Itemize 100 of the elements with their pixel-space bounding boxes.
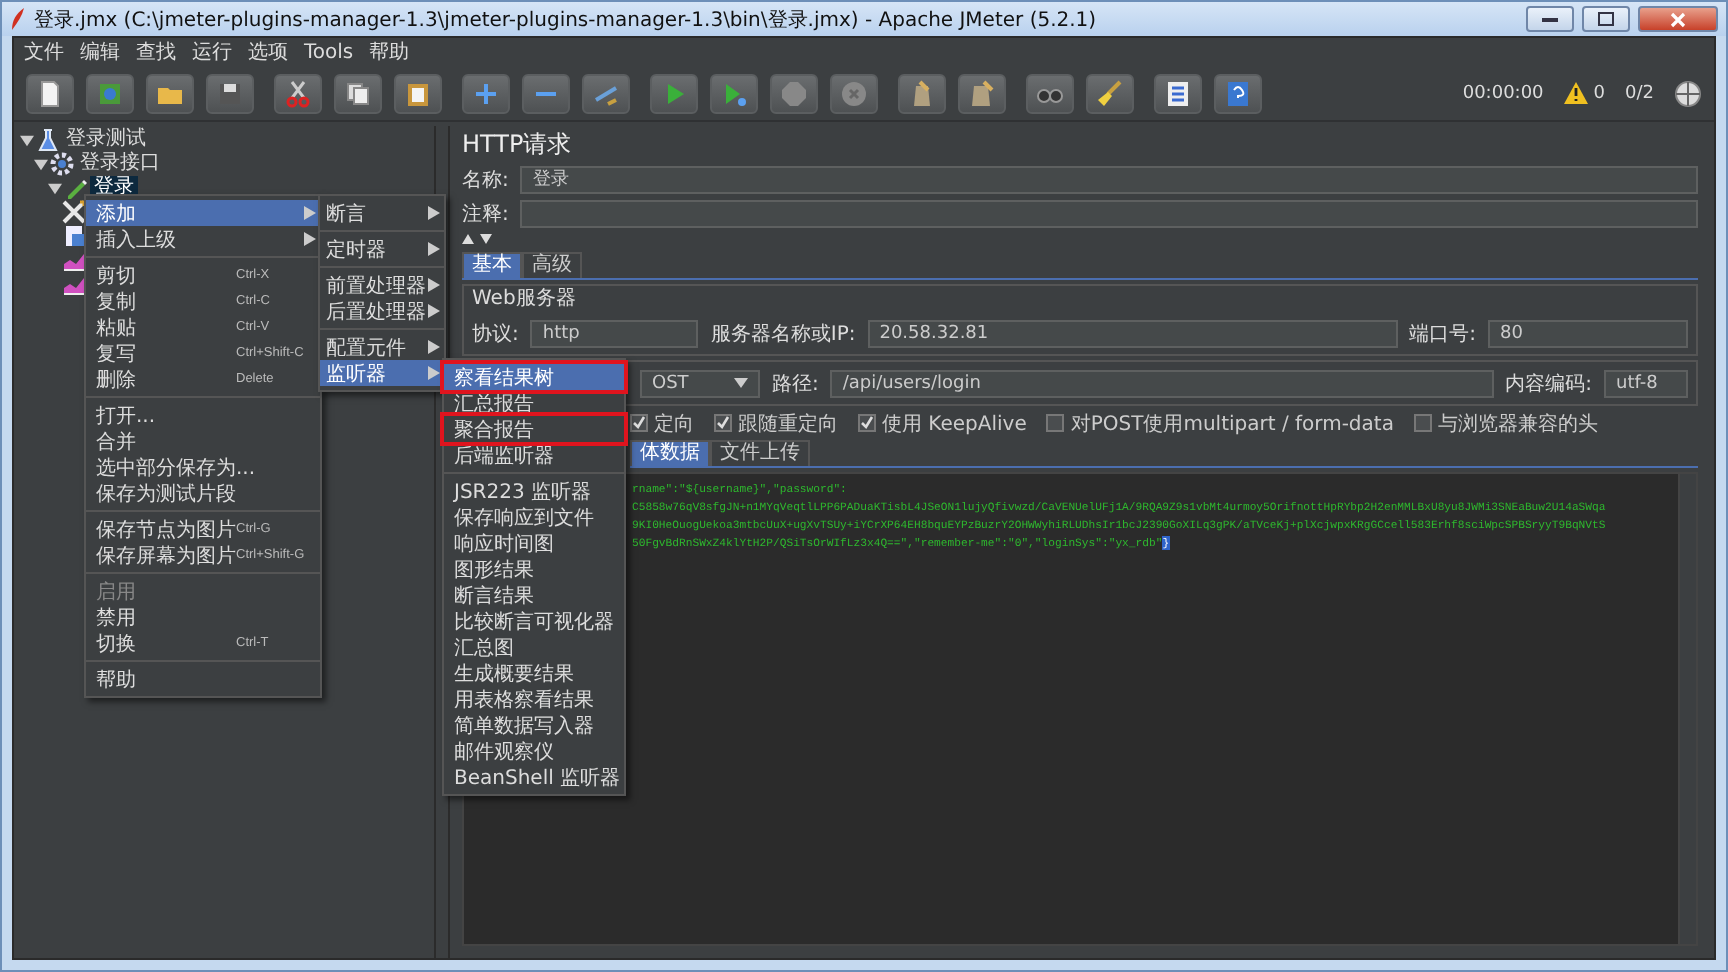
menu-item[interactable]: 前置处理器 (320, 272, 444, 298)
toolbar-button[interactable] (1026, 73, 1074, 113)
help-icon (1224, 79, 1252, 107)
toolbar-button[interactable] (1154, 73, 1202, 113)
toolbar-button[interactable] (334, 73, 382, 113)
caret-icon[interactable] (734, 378, 748, 388)
checkbox[interactable] (1413, 414, 1432, 432)
toolbar-button[interactable] (26, 73, 74, 113)
menu-item[interactable]: 简单数据写入器 (444, 712, 624, 738)
encoding-field[interactable]: utf-8 (1604, 369, 1688, 397)
scissors-icon (284, 79, 312, 107)
submenu-arrow-icon (428, 206, 440, 220)
toolbar-button[interactable] (394, 73, 442, 113)
name-field[interactable]: 登录 (520, 165, 1698, 193)
menu-bar-item[interactable]: 编辑 (74, 38, 126, 66)
menu-item[interactable]: 响应时间图 (444, 530, 624, 556)
window-title: 登录.jmx (C:\jmeter-plugins-manager-1.3\jmeter-plugins-manager-1.3\bin\登录.jmx) - Apache JMeter (5.2.1) (34, 7, 1099, 33)
collapse-icon[interactable] (20, 133, 34, 147)
menu-bar-item[interactable]: 运行 (186, 38, 238, 66)
toolbar-button[interactable] (958, 73, 1006, 113)
panel-title: HTTP请求 (462, 130, 574, 160)
path-field[interactable]: /api/users/login (830, 369, 1494, 397)
menu-item[interactable]: 合并 (86, 428, 320, 454)
menu-item[interactable]: 汇总图 (444, 634, 624, 660)
toolbar-button[interactable] (582, 73, 630, 113)
menu-item[interactable]: 图形结果 (444, 556, 624, 582)
menu-item[interactable]: 打开... (86, 402, 320, 428)
maximize-button[interactable] (1582, 6, 1630, 32)
toolbar-button[interactable] (462, 73, 510, 113)
checkbox-label: 跟随重定向 (738, 411, 838, 437)
collapse-arrows-icon[interactable] (462, 234, 494, 246)
checkbox[interactable] (858, 414, 876, 432)
toolbar-button[interactable] (522, 73, 570, 113)
close-icon (1670, 11, 1686, 27)
menu-item[interactable]: 察看结果树 (444, 364, 624, 390)
server-field[interactable]: 20.58.32.81 (867, 319, 1398, 347)
menu-bar-item[interactable]: 文件 (18, 38, 70, 66)
menu-item[interactable]: 配置元件 (320, 334, 444, 360)
collapse-icon[interactable] (34, 157, 48, 171)
globe-icon[interactable] (1674, 79, 1702, 107)
list-icon (1164, 79, 1192, 107)
comment-label: 注释: (462, 201, 509, 227)
menu-bar-item[interactable]: Tools (298, 41, 360, 63)
menu-item[interactable]: 断言 (320, 200, 444, 226)
checkbox[interactable] (630, 414, 648, 432)
toolbar-button[interactable] (1214, 73, 1262, 113)
checkbox[interactable] (714, 414, 732, 432)
scrollbar[interactable] (1678, 474, 1696, 944)
menu-item[interactable]: 邮件观察仪 (444, 738, 624, 764)
toolbar-button[interactable] (898, 73, 946, 113)
method-dropdown[interactable]: OST (640, 369, 760, 397)
tree-item[interactable]: 登录测试 (62, 128, 150, 152)
menu-bar-item[interactable]: 选项 (242, 38, 294, 66)
comment-field[interactable] (520, 199, 1698, 227)
protocol-label: 协议: (472, 321, 519, 347)
new-file-icon (36, 79, 64, 107)
menu-item[interactable]: 选中部分保存为... (86, 454, 320, 480)
collapse-icon[interactable] (48, 181, 62, 195)
menu-item[interactable]: 帮助 (86, 666, 320, 692)
maximize-icon (1598, 12, 1614, 26)
menu-item[interactable]: BeanShell 监听器 (444, 764, 624, 790)
tab[interactable]: 体数据 (630, 440, 710, 466)
menu-item[interactable]: 保存为测试片段 (86, 480, 320, 506)
tab[interactable]: 高级 (522, 252, 582, 278)
menu-item[interactable]: 比较断言可视化器 (444, 608, 624, 634)
group-title: Web服务器 (472, 286, 578, 312)
minimize-button[interactable] (1526, 6, 1574, 32)
document-icon (62, 224, 86, 248)
toolbar-button[interactable] (146, 73, 194, 113)
menu-item[interactable]: JSR223 监听器 (444, 478, 624, 504)
toolbar-button[interactable] (206, 73, 254, 113)
menu-item[interactable]: 禁用 (86, 604, 320, 630)
gear-icon (50, 152, 74, 176)
toolbar-button[interactable] (1086, 73, 1134, 113)
tree-item[interactable]: 登录接口 (76, 152, 164, 176)
menu-item[interactable]: 添加 (86, 200, 320, 226)
menu-bar-item[interactable]: 帮助 (363, 38, 416, 66)
port-field[interactable]: 80 (1488, 319, 1688, 347)
flask-icon (36, 128, 60, 152)
clipboard-icon (404, 79, 432, 107)
menu-item[interactable]: 后置处理器 (320, 298, 444, 324)
toolbar-button[interactable] (274, 73, 322, 113)
menu-item[interactable]: 用表格察看结果 (444, 686, 624, 712)
menu-item[interactable]: 断言结果 (444, 582, 624, 608)
menu-item[interactable]: 定时器 (320, 236, 444, 262)
warning-icon[interactable] (1563, 82, 1588, 104)
menu-item[interactable]: 插入上级 (86, 226, 320, 252)
menu-item[interactable]: 保存响应到文件 (444, 504, 624, 530)
checkbox[interactable] (1046, 414, 1065, 432)
server-label: 服务器名称或IP: (710, 321, 856, 347)
menu-item[interactable]: 生成概要结果 (444, 660, 624, 686)
menu-item[interactable]: 后端监听器 (444, 442, 624, 468)
close-button[interactable] (1638, 6, 1718, 32)
tab[interactable]: 文件上传 (710, 440, 810, 466)
menu-item[interactable]: 聚合报告 (444, 416, 624, 442)
protocol-field[interactable]: http (530, 319, 699, 347)
copy-icon (344, 79, 372, 107)
menu-item[interactable]: 监听器 (320, 360, 444, 386)
menu-bar-item[interactable]: 查找 (130, 38, 182, 66)
tab[interactable]: 基本 (462, 252, 522, 278)
